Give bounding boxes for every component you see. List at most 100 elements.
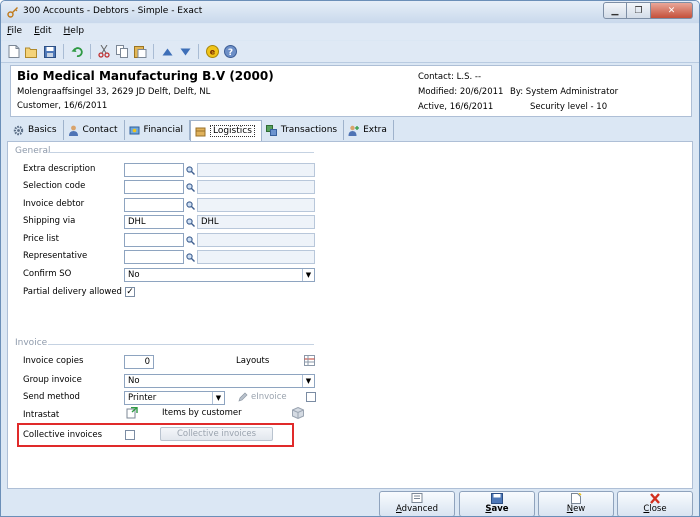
items-by-customer-label: Items by customer bbox=[162, 408, 242, 418]
new-button[interactable]: New bbox=[538, 491, 614, 516]
paste-icon[interactable] bbox=[132, 44, 148, 60]
close-window-button[interactable]: ✕ bbox=[651, 2, 693, 19]
box-icon bbox=[195, 127, 206, 136]
partial-delivery-checkbox[interactable]: ✓ bbox=[125, 287, 135, 297]
invoice-debtor-lookup-button[interactable] bbox=[184, 198, 197, 212]
selection-code-lookup-button[interactable] bbox=[184, 180, 197, 194]
invoice-section-divider bbox=[48, 344, 314, 345]
selection-code-input[interactable] bbox=[124, 180, 184, 194]
shipping-via-lookup-button[interactable] bbox=[184, 215, 197, 229]
confirm-so-value: No bbox=[128, 270, 140, 280]
undo-icon[interactable] bbox=[69, 44, 85, 60]
new-document-icon[interactable] bbox=[6, 44, 22, 60]
einvoice-checkbox[interactable] bbox=[306, 392, 316, 402]
extra-description-input[interactable] bbox=[124, 163, 184, 177]
menu-edit[interactable]: Edit bbox=[28, 24, 57, 40]
minimize-button[interactable]: ▁ bbox=[603, 2, 627, 19]
tab-basics-label: Basics bbox=[28, 125, 57, 135]
tab-contact-label: Contact bbox=[82, 125, 118, 135]
new-label: ew bbox=[573, 504, 586, 514]
extra-description-lookup-button[interactable] bbox=[184, 163, 197, 177]
tab-bar: Basics Contact Financial Logistics Trans… bbox=[9, 120, 394, 141]
layouts-button[interactable] bbox=[304, 355, 315, 366]
close-button[interactable]: Close bbox=[617, 491, 693, 516]
exact-logo-icon[interactable]: e bbox=[204, 44, 220, 60]
invoice-copies-input[interactable]: 0 bbox=[124, 355, 154, 369]
arrow-down-icon[interactable] bbox=[177, 44, 193, 60]
tab-extra[interactable]: Extra bbox=[344, 120, 394, 140]
save-icon[interactable] bbox=[42, 44, 58, 60]
copy-icon[interactable] bbox=[114, 44, 130, 60]
send-method-select[interactable]: Printer ▼ bbox=[124, 391, 225, 405]
toolbar: e ? bbox=[1, 41, 699, 63]
save-button[interactable]: Save bbox=[459, 491, 535, 516]
magnifier-icon bbox=[186, 182, 195, 192]
active-date: Active, 16/6/2011 bbox=[418, 102, 494, 112]
advanced-label: dvanced bbox=[401, 504, 438, 514]
help-icon[interactable]: ? bbox=[222, 44, 238, 60]
menu-file-label: ile bbox=[11, 26, 23, 36]
arrow-up-icon[interactable] bbox=[159, 44, 175, 60]
menu-edit-label: dit bbox=[39, 26, 52, 36]
group-invoice-value: No bbox=[128, 376, 140, 386]
collective-invoices-checkbox[interactable] bbox=[125, 430, 135, 440]
save-label: ave bbox=[491, 504, 509, 514]
advanced-icon bbox=[411, 493, 423, 503]
person-plus-icon bbox=[348, 125, 360, 136]
tab-contact[interactable]: Contact bbox=[64, 120, 125, 140]
open-folder-icon[interactable] bbox=[24, 44, 40, 60]
svg-text:?: ? bbox=[227, 48, 232, 58]
menu-help[interactable]: Help bbox=[58, 24, 91, 40]
invoice-copies-label: Invoice copies bbox=[23, 356, 84, 366]
intrastat-icon[interactable] bbox=[126, 407, 138, 419]
items-cube-icon[interactable] bbox=[292, 407, 304, 419]
collective-invoices-button[interactable]: Collective invoices bbox=[160, 427, 273, 441]
magnifier-icon bbox=[186, 200, 195, 210]
chevron-down-icon[interactable]: ▼ bbox=[302, 269, 314, 281]
tab-transactions[interactable]: Transactions bbox=[262, 120, 345, 140]
title-bar: 300 Accounts - Debtors - Simple - Exact … bbox=[1, 1, 699, 23]
send-method-label: Send method bbox=[23, 392, 80, 402]
selection-code-description bbox=[197, 180, 315, 194]
shipping-via-description: DHL bbox=[197, 215, 315, 229]
chevron-down-icon[interactable]: ▼ bbox=[302, 375, 314, 387]
person-icon bbox=[68, 125, 78, 136]
close-x-icon bbox=[650, 493, 660, 504]
app-window: 300 Accounts - Debtors - Simple - Exact … bbox=[0, 0, 700, 517]
chevron-down-icon[interactable]: ▼ bbox=[212, 392, 224, 404]
close-icon: ✕ bbox=[667, 5, 676, 16]
price-list-lookup-button[interactable] bbox=[184, 233, 197, 247]
restore-button[interactable]: ❐ bbox=[627, 2, 651, 19]
representative-lookup-button[interactable] bbox=[184, 250, 197, 264]
security-level: Security level - 10 bbox=[530, 102, 608, 112]
representative-input[interactable] bbox=[124, 250, 184, 264]
modified-date: Modified: 20/6/2011 bbox=[418, 87, 504, 97]
toolbar-separator bbox=[198, 44, 199, 59]
representative-label: Representative bbox=[23, 251, 88, 261]
debtor-header-card: Bio Medical Manufacturing B.V (2000) Mol… bbox=[10, 65, 692, 117]
price-list-description bbox=[197, 233, 315, 247]
menu-file[interactable]: File bbox=[1, 24, 28, 40]
tab-financial[interactable]: Financial bbox=[125, 120, 190, 140]
send-method-value: Printer bbox=[128, 393, 157, 403]
invoice-debtor-input[interactable] bbox=[124, 198, 184, 212]
cut-icon[interactable] bbox=[96, 44, 112, 60]
layouts-grid-icon bbox=[304, 355, 315, 366]
debtor-contact: Contact: L.S. -- bbox=[418, 72, 482, 82]
magnifier-icon bbox=[186, 235, 195, 245]
shipping-via-input[interactable]: DHL bbox=[124, 215, 184, 229]
toolbar-separator bbox=[153, 44, 154, 59]
tab-logistics[interactable]: Logistics bbox=[189, 120, 262, 141]
group-invoice-select[interactable]: No ▼ bbox=[124, 374, 315, 388]
price-list-input[interactable] bbox=[124, 233, 184, 247]
tab-basics[interactable]: Basics bbox=[9, 120, 64, 140]
layouts-label: Layouts bbox=[236, 356, 270, 366]
invoice-debtor-description bbox=[197, 198, 315, 212]
confirm-so-select[interactable]: No ▼ bbox=[124, 268, 315, 282]
tab-financial-label: Financial bbox=[143, 125, 183, 135]
tab-extra-label: Extra bbox=[363, 125, 387, 135]
menu-bar: File Edit Help bbox=[1, 24, 699, 40]
toolbar-separator bbox=[90, 44, 91, 59]
extra-description-text bbox=[197, 163, 315, 177]
advanced-button[interactable]: Advanced bbox=[379, 491, 455, 516]
